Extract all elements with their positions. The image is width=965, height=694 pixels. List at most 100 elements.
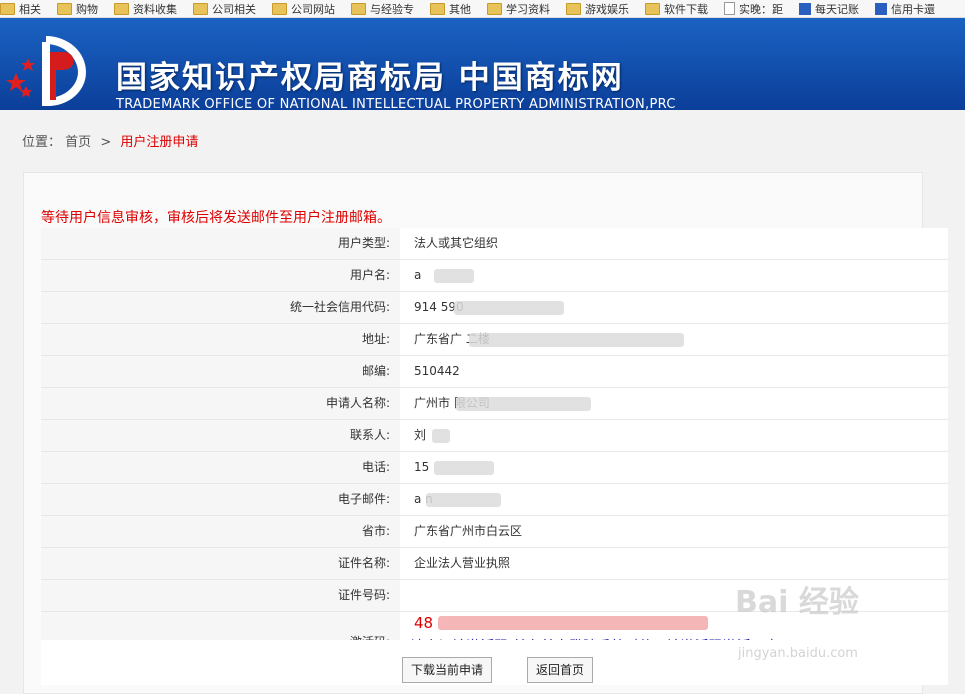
redaction-mask <box>432 429 450 443</box>
field-value-text: a <box>414 268 422 282</box>
page-icon <box>724 2 735 15</box>
bookmark-item[interactable]: 信用卡還 <box>875 1 935 17</box>
bookmarks-bar: 相关 购物 资料收集 公司相关 公司网站 与经验专 其他 学习资料 游戏娱乐 软件下载 实晚：距 每天… <box>0 0 965 18</box>
field-value-text: 企业法人营业执照 <box>414 556 511 570</box>
bookmark-item[interactable]: 公司网站 <box>272 1 335 17</box>
redaction-mask <box>426 493 501 507</box>
download-application-button[interactable]: 下载当前申请 <box>402 657 493 683</box>
bookmark-label: 公司相关 <box>212 2 256 16</box>
field-label: 用户名: <box>41 260 400 291</box>
field-label: 证件号码: <box>41 580 400 611</box>
redaction-mask <box>434 269 474 283</box>
bookmark-item[interactable]: 学习资料 <box>487 1 550 17</box>
folder-icon <box>645 2 660 15</box>
bookmark-label: 其他 <box>449 2 471 16</box>
field-value: 企业法人营业执照 <box>400 548 948 579</box>
bookmark-item[interactable]: 实晚：距 <box>724 1 783 17</box>
folder-icon <box>193 2 208 15</box>
folder-icon <box>351 2 366 15</box>
folder-icon <box>487 2 502 15</box>
bookmark-item[interactable]: 公司相关 <box>193 1 256 17</box>
bookmark-item[interactable]: 软件下载 <box>645 1 708 17</box>
bookmark-item[interactable]: 购物 <box>57 1 98 17</box>
breadcrumb-prefix: 位置： <box>22 135 62 150</box>
breadcrumb-separator: > <box>100 135 112 150</box>
watermark-url: jingyan.baidu.com <box>738 646 858 661</box>
folder-icon <box>114 2 129 15</box>
field-label: 邮编: <box>41 356 400 387</box>
field-label: 申请人名称: <box>41 388 400 419</box>
field-value: 广东省广州市白云区 <box>400 516 948 547</box>
bookmark-item[interactable]: 游戏娱乐 <box>566 1 629 17</box>
field-label: 电话: <box>41 452 400 483</box>
field-value-text: 15 <box>414 460 430 474</box>
baidu-jingyan-watermark: Bai 经验 <box>735 585 859 620</box>
field-value <box>400 580 948 611</box>
folder-icon <box>272 2 287 15</box>
breadcrumb-current: 用户注册申请 <box>120 135 199 150</box>
redaction-mask <box>469 333 684 347</box>
field-label: 统一社会信用代码: <box>41 292 400 323</box>
field-value: 法人或其它组织 <box>400 228 948 259</box>
field-value-text: 刘 <box>414 428 427 442</box>
field-value: 914 590 <box>400 292 948 323</box>
site-header: 国家知识产权局商标局 中国商标网 TRADEMARK OFFICE OF NAT… <box>0 18 965 110</box>
folder-icon <box>0 2 15 15</box>
info-row: 申请人名称: 广州市 限公司 <box>41 388 948 420</box>
bookmark-item[interactable]: 资料收集 <box>114 1 177 17</box>
redaction-mask <box>438 616 708 630</box>
status-notice: 等待用户信息审核，审核后将发送邮件至用户注册邮箱。 <box>41 210 391 226</box>
field-value: 广州市 限公司 <box>400 388 948 419</box>
trademark-logo-icon <box>6 36 86 106</box>
redaction-mask <box>434 461 494 475</box>
field-value: 15 <box>400 452 948 483</box>
folder-icon <box>57 2 72 15</box>
breadcrumb-home-link[interactable]: 首页 <box>65 135 91 150</box>
field-value: 510442 <box>400 356 948 387</box>
bookmark-label: 公司网站 <box>291 2 335 16</box>
field-label: 联系人: <box>41 420 400 451</box>
field-value-text: 广东省广州市白云区 <box>414 524 523 538</box>
info-row: 地址: 广东省广 二楼 <box>41 324 948 356</box>
bookmark-item[interactable]: 其他 <box>430 1 471 17</box>
bookmark-label: 软件下载 <box>664 2 708 16</box>
bookmark-item[interactable]: 与经验专 <box>351 1 414 17</box>
back-home-button[interactable]: 返回首页 <box>527 657 594 683</box>
bookmark-item[interactable]: 每天记账 <box>799 1 859 17</box>
field-label: 地址: <box>41 324 400 355</box>
site-subtitle: TRADEMARK OFFICE OF NATIONAL INTELLECTUA… <box>116 97 676 110</box>
field-value: a n <box>400 484 948 515</box>
info-row: 省市: 广东省广州市白云区 <box>41 516 948 548</box>
field-value: 刘 <box>400 420 948 451</box>
bookmark-label: 资料收集 <box>133 2 177 16</box>
info-row: 电子邮件: a n <box>41 484 948 516</box>
page-icon <box>875 2 887 15</box>
bookmark-item[interactable]: 相关 <box>0 1 41 17</box>
field-label: 省市: <box>41 516 400 547</box>
bookmark-label: 相关 <box>19 2 41 16</box>
bookmark-label: 每天记账 <box>815 2 859 16</box>
field-label: 用户类型: <box>41 228 400 259</box>
bookmark-label: 信用卡還 <box>891 2 935 16</box>
info-row: 用户类型: 法人或其它组织 <box>41 228 948 260</box>
info-row: 用户名: a <box>41 260 948 292</box>
field-value-text: 510442 <box>414 364 460 378</box>
breadcrumb: 位置： 首页 > 用户注册申请 <box>22 131 198 150</box>
field-value-text: 法人或其它组织 <box>414 236 499 250</box>
bookmark-label: 游戏娱乐 <box>585 2 629 16</box>
redaction-mask <box>454 301 564 315</box>
bookmark-label: 学习资料 <box>506 2 550 16</box>
field-value: a <box>400 260 948 291</box>
info-row: 统一社会信用代码: 914 590 <box>41 292 948 324</box>
folder-icon <box>430 2 445 15</box>
info-row: 电话: 15 <box>41 452 948 484</box>
info-row: 证件名称: 企业法人营业执照 <box>41 548 948 580</box>
info-row: 联系人: 刘 <box>41 420 948 452</box>
info-row: 邮编: 510442 <box>41 356 948 388</box>
bookmark-label: 购物 <box>76 2 98 16</box>
activation-code: 48 e7 <box>414 614 948 632</box>
bookmark-label: 与经验专 <box>370 2 414 16</box>
bookmark-label: 实晚：距 <box>739 2 783 16</box>
field-label: 电子邮件: <box>41 484 400 515</box>
page-icon <box>799 2 811 15</box>
